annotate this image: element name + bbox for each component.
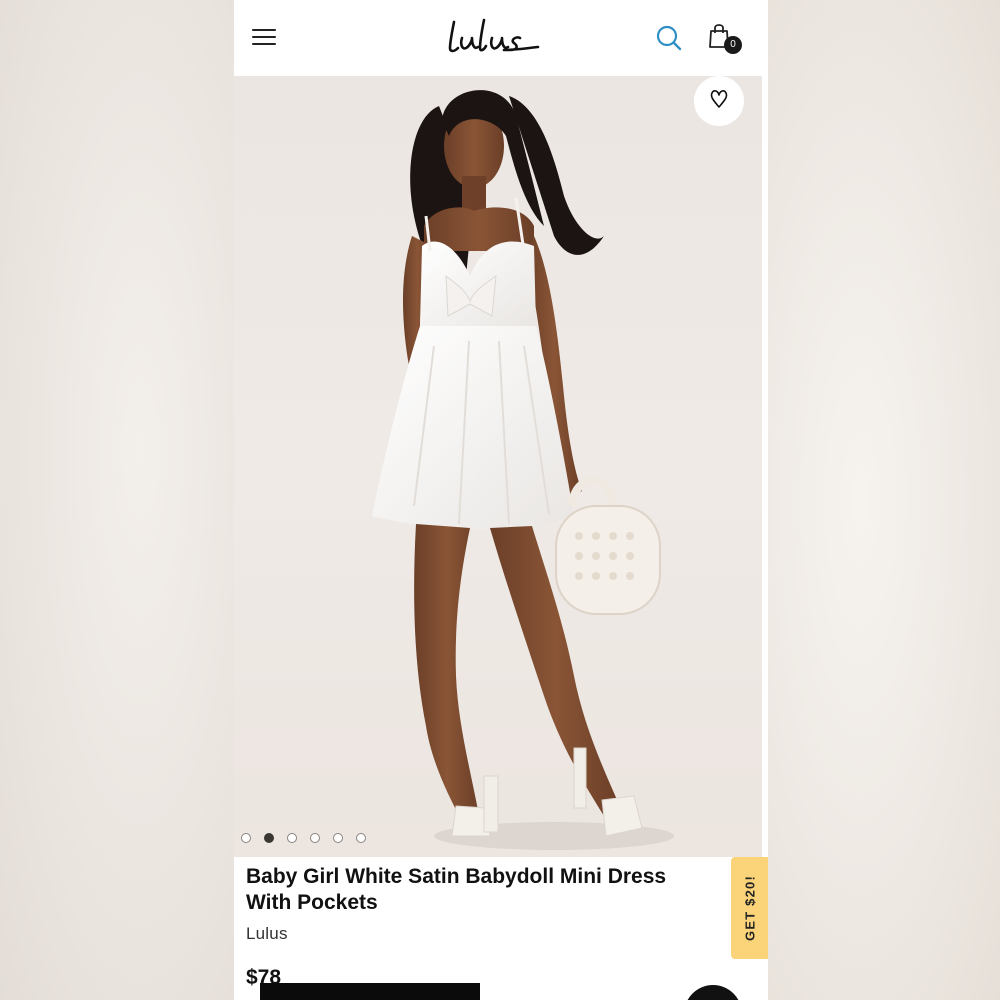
site-header: 0 <box>234 0 768 76</box>
chat-button[interactable] <box>684 985 742 1000</box>
promo-label: GET $20! <box>742 875 757 941</box>
gallery-dot[interactable] <box>356 833 366 843</box>
search-icon[interactable] <box>656 25 682 51</box>
gallery-dot[interactable] <box>264 833 274 843</box>
product-image[interactable] <box>234 76 762 857</box>
gallery-dot[interactable] <box>310 833 320 843</box>
menu-icon[interactable] <box>252 27 276 47</box>
background-right <box>768 0 1000 1000</box>
gallery-dot[interactable] <box>333 833 343 843</box>
gallery-pagination <box>241 833 366 845</box>
background-left <box>0 0 234 1000</box>
product-brand[interactable]: Lulus <box>246 924 288 944</box>
product-title: Baby Girl White Satin Babydoll Mini Dres… <box>246 865 667 914</box>
brand-logo[interactable] <box>444 14 544 58</box>
model-photo <box>372 90 674 850</box>
gallery-dot[interactable] <box>241 833 251 843</box>
phone-screen: 0 Baby Girl White Satin Babydoll Mini Dr… <box>234 0 768 1000</box>
heart-icon <box>708 88 730 115</box>
cart-count-badge: 0 <box>724 36 742 54</box>
bag-icon[interactable]: 0 <box>708 22 744 56</box>
favorite-button[interactable] <box>694 76 744 126</box>
promo-tab[interactable]: GET $20! <box>731 857 768 959</box>
gallery-dot[interactable] <box>287 833 297 843</box>
add-to-bag-button[interactable] <box>260 983 480 1000</box>
